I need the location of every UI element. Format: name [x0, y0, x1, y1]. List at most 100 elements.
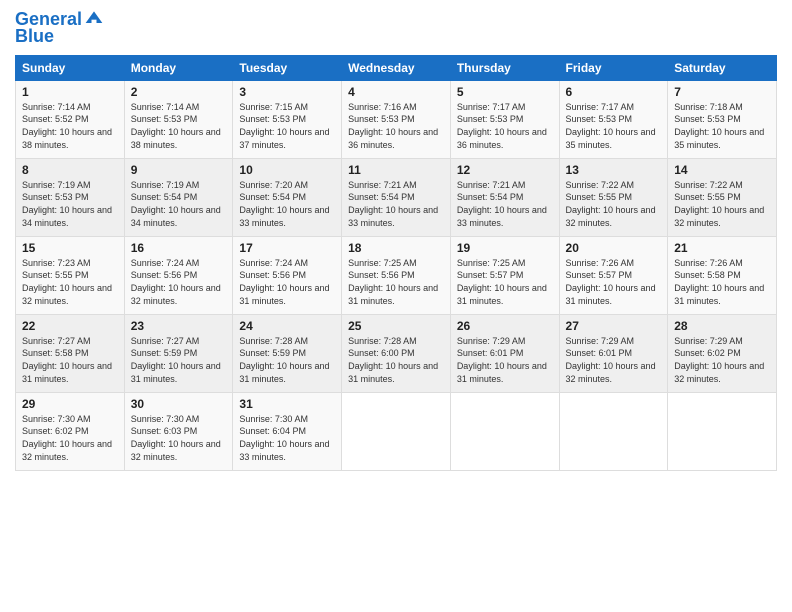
logo-icon: [84, 8, 104, 28]
day-info: Sunrise: 7:26 AMSunset: 5:58 PMDaylight:…: [674, 257, 770, 307]
day-info: Sunrise: 7:22 AMSunset: 5:55 PMDaylight:…: [674, 179, 770, 229]
day-number: 8: [22, 163, 118, 177]
day-number: 25: [348, 319, 444, 333]
day-number: 28: [674, 319, 770, 333]
calendar-cell: 31 Sunrise: 7:30 AMSunset: 6:04 PMDaylig…: [233, 392, 342, 470]
day-number: 6: [566, 85, 662, 99]
day-number: 23: [131, 319, 227, 333]
calendar-cell: 16 Sunrise: 7:24 AMSunset: 5:56 PMDaylig…: [124, 236, 233, 314]
day-info: Sunrise: 7:29 AMSunset: 6:01 PMDaylight:…: [566, 335, 662, 385]
calendar-cell: 15 Sunrise: 7:23 AMSunset: 5:55 PMDaylig…: [16, 236, 125, 314]
day-info: Sunrise: 7:23 AMSunset: 5:55 PMDaylight:…: [22, 257, 118, 307]
day-number: 19: [457, 241, 553, 255]
day-info: Sunrise: 7:29 AMSunset: 6:02 PMDaylight:…: [674, 335, 770, 385]
calendar-cell: 3 Sunrise: 7:15 AMSunset: 5:53 PMDayligh…: [233, 80, 342, 158]
day-number: 26: [457, 319, 553, 333]
weekday-header: Tuesday: [233, 55, 342, 80]
page-container: General Blue SundayMondayTuesdayWednesda…: [0, 0, 792, 612]
day-number: 5: [457, 85, 553, 99]
day-info: Sunrise: 7:25 AMSunset: 5:56 PMDaylight:…: [348, 257, 444, 307]
day-number: 27: [566, 319, 662, 333]
logo: General Blue: [15, 10, 104, 47]
day-info: Sunrise: 7:24 AMSunset: 5:56 PMDaylight:…: [239, 257, 335, 307]
day-info: Sunrise: 7:14 AMSunset: 5:52 PMDaylight:…: [22, 101, 118, 151]
day-info: Sunrise: 7:17 AMSunset: 5:53 PMDaylight:…: [566, 101, 662, 151]
day-number: 12: [457, 163, 553, 177]
day-info: Sunrise: 7:27 AMSunset: 5:58 PMDaylight:…: [22, 335, 118, 385]
day-info: Sunrise: 7:21 AMSunset: 5:54 PMDaylight:…: [457, 179, 553, 229]
calendar-cell: [559, 392, 668, 470]
calendar-cell: 22 Sunrise: 7:27 AMSunset: 5:58 PMDaylig…: [16, 314, 125, 392]
calendar-table: SundayMondayTuesdayWednesdayThursdayFrid…: [15, 55, 777, 471]
calendar-cell: 28 Sunrise: 7:29 AMSunset: 6:02 PMDaylig…: [668, 314, 777, 392]
day-info: Sunrise: 7:24 AMSunset: 5:56 PMDaylight:…: [131, 257, 227, 307]
day-number: 9: [131, 163, 227, 177]
calendar-cell: 19 Sunrise: 7:25 AMSunset: 5:57 PMDaylig…: [450, 236, 559, 314]
day-number: 31: [239, 397, 335, 411]
day-number: 30: [131, 397, 227, 411]
day-info: Sunrise: 7:28 AMSunset: 6:00 PMDaylight:…: [348, 335, 444, 385]
day-number: 4: [348, 85, 444, 99]
day-number: 20: [566, 241, 662, 255]
calendar-header-row: SundayMondayTuesdayWednesdayThursdayFrid…: [16, 55, 777, 80]
day-info: Sunrise: 7:27 AMSunset: 5:59 PMDaylight:…: [131, 335, 227, 385]
day-info: Sunrise: 7:15 AMSunset: 5:53 PMDaylight:…: [239, 101, 335, 151]
calendar-cell: [668, 392, 777, 470]
weekday-header: Wednesday: [342, 55, 451, 80]
calendar-week-row: 15 Sunrise: 7:23 AMSunset: 5:55 PMDaylig…: [16, 236, 777, 314]
day-number: 3: [239, 85, 335, 99]
calendar-cell: 18 Sunrise: 7:25 AMSunset: 5:56 PMDaylig…: [342, 236, 451, 314]
day-info: Sunrise: 7:29 AMSunset: 6:01 PMDaylight:…: [457, 335, 553, 385]
day-info: Sunrise: 7:18 AMSunset: 5:53 PMDaylight:…: [674, 101, 770, 151]
day-info: Sunrise: 7:30 AMSunset: 6:04 PMDaylight:…: [239, 413, 335, 463]
calendar-cell: 4 Sunrise: 7:16 AMSunset: 5:53 PMDayligh…: [342, 80, 451, 158]
calendar-cell: 24 Sunrise: 7:28 AMSunset: 5:59 PMDaylig…: [233, 314, 342, 392]
day-info: Sunrise: 7:14 AMSunset: 5:53 PMDaylight:…: [131, 101, 227, 151]
day-info: Sunrise: 7:16 AMSunset: 5:53 PMDaylight:…: [348, 101, 444, 151]
day-info: Sunrise: 7:30 AMSunset: 6:02 PMDaylight:…: [22, 413, 118, 463]
day-info: Sunrise: 7:17 AMSunset: 5:53 PMDaylight:…: [457, 101, 553, 151]
calendar-week-row: 22 Sunrise: 7:27 AMSunset: 5:58 PMDaylig…: [16, 314, 777, 392]
calendar-cell: [450, 392, 559, 470]
weekday-header: Friday: [559, 55, 668, 80]
calendar-cell: 13 Sunrise: 7:22 AMSunset: 5:55 PMDaylig…: [559, 158, 668, 236]
calendar-cell: 10 Sunrise: 7:20 AMSunset: 5:54 PMDaylig…: [233, 158, 342, 236]
calendar-cell: 11 Sunrise: 7:21 AMSunset: 5:54 PMDaylig…: [342, 158, 451, 236]
weekday-header: Thursday: [450, 55, 559, 80]
day-number: 2: [131, 85, 227, 99]
day-number: 13: [566, 163, 662, 177]
day-info: Sunrise: 7:30 AMSunset: 6:03 PMDaylight:…: [131, 413, 227, 463]
page-header: General Blue: [15, 10, 777, 47]
calendar-cell: 21 Sunrise: 7:26 AMSunset: 5:58 PMDaylig…: [668, 236, 777, 314]
day-info: Sunrise: 7:21 AMSunset: 5:54 PMDaylight:…: [348, 179, 444, 229]
weekday-header: Sunday: [16, 55, 125, 80]
calendar-cell: 17 Sunrise: 7:24 AMSunset: 5:56 PMDaylig…: [233, 236, 342, 314]
day-number: 21: [674, 241, 770, 255]
calendar-cell: 5 Sunrise: 7:17 AMSunset: 5:53 PMDayligh…: [450, 80, 559, 158]
day-number: 11: [348, 163, 444, 177]
weekday-header: Monday: [124, 55, 233, 80]
calendar-cell: 26 Sunrise: 7:29 AMSunset: 6:01 PMDaylig…: [450, 314, 559, 392]
calendar-cell: 9 Sunrise: 7:19 AMSunset: 5:54 PMDayligh…: [124, 158, 233, 236]
calendar-cell: 1 Sunrise: 7:14 AMSunset: 5:52 PMDayligh…: [16, 80, 125, 158]
weekday-header: Saturday: [668, 55, 777, 80]
day-info: Sunrise: 7:28 AMSunset: 5:59 PMDaylight:…: [239, 335, 335, 385]
calendar-cell: 7 Sunrise: 7:18 AMSunset: 5:53 PMDayligh…: [668, 80, 777, 158]
calendar-cell: 2 Sunrise: 7:14 AMSunset: 5:53 PMDayligh…: [124, 80, 233, 158]
calendar-cell: 12 Sunrise: 7:21 AMSunset: 5:54 PMDaylig…: [450, 158, 559, 236]
day-number: 17: [239, 241, 335, 255]
day-number: 24: [239, 319, 335, 333]
day-info: Sunrise: 7:22 AMSunset: 5:55 PMDaylight:…: [566, 179, 662, 229]
day-info: Sunrise: 7:25 AMSunset: 5:57 PMDaylight:…: [457, 257, 553, 307]
day-number: 1: [22, 85, 118, 99]
calendar-cell: 14 Sunrise: 7:22 AMSunset: 5:55 PMDaylig…: [668, 158, 777, 236]
day-info: Sunrise: 7:20 AMSunset: 5:54 PMDaylight:…: [239, 179, 335, 229]
calendar-cell: 20 Sunrise: 7:26 AMSunset: 5:57 PMDaylig…: [559, 236, 668, 314]
calendar-cell: 23 Sunrise: 7:27 AMSunset: 5:59 PMDaylig…: [124, 314, 233, 392]
calendar-week-row: 1 Sunrise: 7:14 AMSunset: 5:52 PMDayligh…: [16, 80, 777, 158]
calendar-cell: 25 Sunrise: 7:28 AMSunset: 6:00 PMDaylig…: [342, 314, 451, 392]
day-info: Sunrise: 7:26 AMSunset: 5:57 PMDaylight:…: [566, 257, 662, 307]
day-number: 7: [674, 85, 770, 99]
calendar-cell: [342, 392, 451, 470]
day-number: 22: [22, 319, 118, 333]
